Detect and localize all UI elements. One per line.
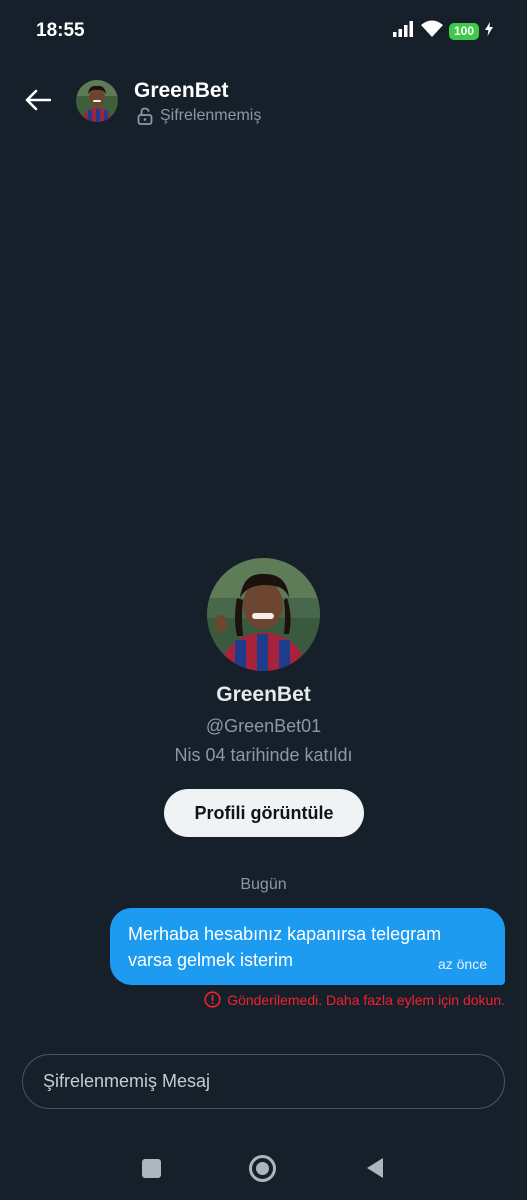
battery-icon: 100 <box>449 22 479 40</box>
conversation-header: GreenBet Şifrelenmemiş <box>0 62 527 138</box>
avatar[interactable] <box>76 80 118 122</box>
encryption-status-label: Şifrelenmemiş <box>160 107 262 124</box>
home-dot <box>256 1162 269 1175</box>
send-error[interactable]: Gönderilemedi. Daha fazla eylem için dok… <box>204 991 505 1008</box>
day-separator: Bugün <box>240 876 287 893</box>
recents-button[interactable] <box>142 1159 161 1178</box>
back-arrow-icon <box>25 89 51 111</box>
charging-icon <box>485 21 493 41</box>
wifi-icon <box>421 20 443 42</box>
error-icon <box>204 991 221 1008</box>
unlocked-icon <box>137 107 153 125</box>
profile-joined-date: Nis 04 tarihinde katıldı <box>174 745 353 765</box>
header-title[interactable]: GreenBet <box>134 79 229 103</box>
profile-name: GreenBet <box>216 683 311 706</box>
profile-avatar[interactable] <box>207 558 320 671</box>
view-profile-button[interactable]: Profili görüntüle <box>164 789 364 837</box>
status-time: 18:55 <box>36 20 85 41</box>
message-input[interactable] <box>43 1071 484 1092</box>
message-time: az önce <box>437 956 487 972</box>
system-back-button[interactable] <box>365 1157 385 1184</box>
encryption-status: Şifrelenmemiş <box>137 107 261 125</box>
message-text: Merhaba hesabınız kapanırsa telegram var… <box>128 924 442 970</box>
send-error-label: Gönderilemedi. Daha fazla eylem için dok… <box>227 991 505 1008</box>
signal-icon <box>393 20 415 42</box>
message-bubble[interactable]: Merhaba hesabınız kapanırsa telegram var… <box>110 908 505 985</box>
status-bar: 18:55 100 <box>0 0 527 62</box>
status-icons: 100 <box>393 20 493 42</box>
back-button[interactable] <box>22 84 54 116</box>
compose-box[interactable] <box>22 1054 505 1109</box>
home-button[interactable] <box>249 1155 276 1182</box>
profile-handle: @GreenBet01 <box>205 716 322 736</box>
system-nav-bar <box>0 1140 527 1200</box>
back-triangle-icon <box>367 1158 383 1178</box>
